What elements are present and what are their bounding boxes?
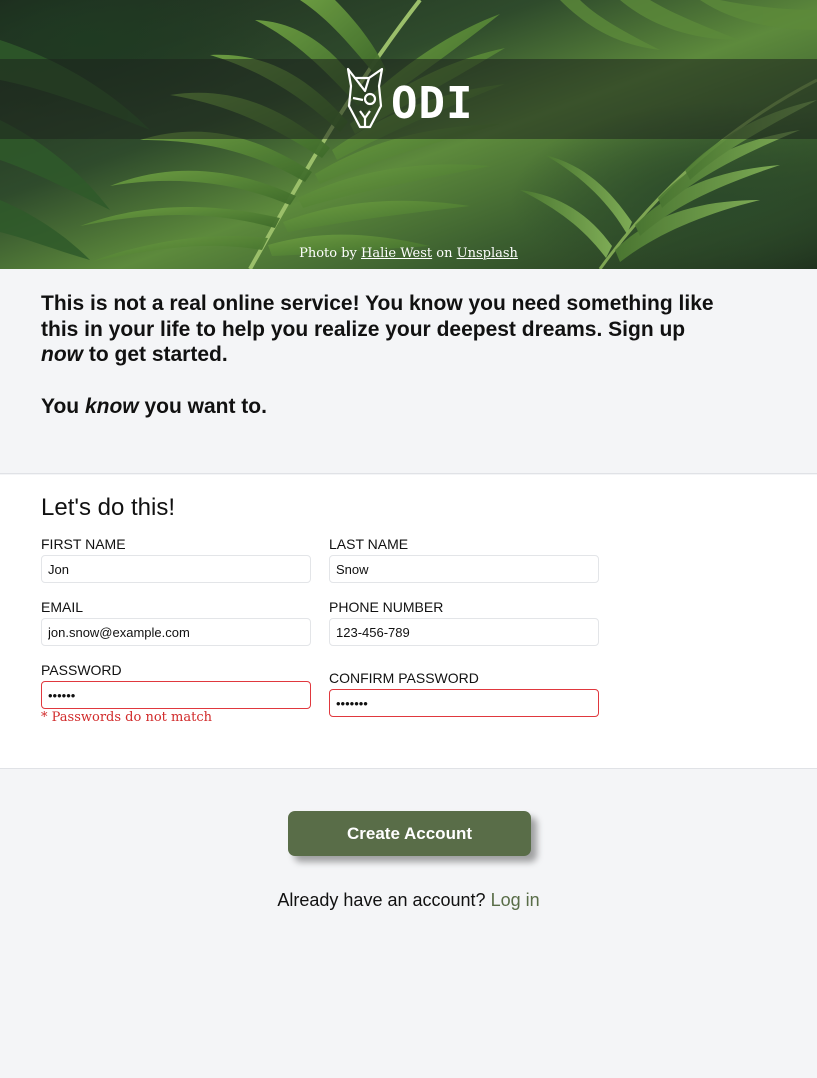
confirm-password-field[interactable] <box>329 689 599 717</box>
last-name-field[interactable] <box>329 555 599 583</box>
intro-text: This is not a real online service! You k… <box>41 292 714 341</box>
intro-text-end: to get started. <box>83 343 228 366</box>
phone-label: PHONE NUMBER <box>329 599 444 615</box>
credit-middle: on <box>436 246 453 261</box>
intro-emphasis: now <box>41 343 83 366</box>
password-field[interactable] <box>41 681 311 709</box>
signup-form: Let's do this! FIRST NAME LAST NAME EMAI… <box>0 475 817 769</box>
intro-tagline: You know you want to. <box>41 394 721 420</box>
email-label: EMAIL <box>41 599 84 615</box>
confirm-password-group: CONFIRM PASSWORD <box>329 669 599 717</box>
last-name-label: LAST NAME <box>329 536 409 552</box>
password-error-message: * Passwords do not match <box>41 710 212 725</box>
first-name-label: FIRST NAME <box>41 536 126 552</box>
login-prompt: Already have an account? Log in <box>0 890 817 911</box>
password-label: PASSWORD <box>41 662 122 678</box>
unsplash-link[interactable]: Unsplash <box>457 246 518 261</box>
phone-group: PHONE NUMBER <box>329 598 599 646</box>
photo-credit: Photo by Halie West on Unsplash <box>0 246 817 261</box>
first-name-group: FIRST NAME <box>41 535 311 583</box>
create-account-button[interactable]: Create Account <box>288 811 531 856</box>
email-field[interactable] <box>41 618 311 646</box>
intro-paragraph: This is not a real online service! You k… <box>41 291 721 368</box>
password-group: PASSWORD * Passwords do not match <box>41 661 311 726</box>
last-name-group: LAST NAME <box>329 535 599 583</box>
odin-logo: ODIN <box>346 67 473 129</box>
form-heading: Let's do this! <box>41 494 175 521</box>
first-name-field[interactable] <box>41 555 311 583</box>
tagline-emphasis: know <box>84 395 139 418</box>
login-prompt-text: Already have an account? <box>277 890 486 910</box>
login-link[interactable]: Log in <box>491 890 540 910</box>
phone-field[interactable] <box>329 618 599 646</box>
tagline-text-end: you want to. <box>138 395 267 418</box>
intro-section: This is not a real online service! You k… <box>0 269 817 474</box>
confirm-password-label: CONFIRM PASSWORD <box>329 670 479 686</box>
photographer-link[interactable]: Halie West <box>361 246 432 261</box>
email-group: EMAIL <box>41 598 311 646</box>
tagline-text: You <box>41 395 85 418</box>
hero-banner: ODIN Photo by Halie West on Unsplash <box>0 0 817 269</box>
credit-prefix: Photo by <box>299 246 357 261</box>
svg-text:ODIN: ODIN <box>391 78 473 129</box>
